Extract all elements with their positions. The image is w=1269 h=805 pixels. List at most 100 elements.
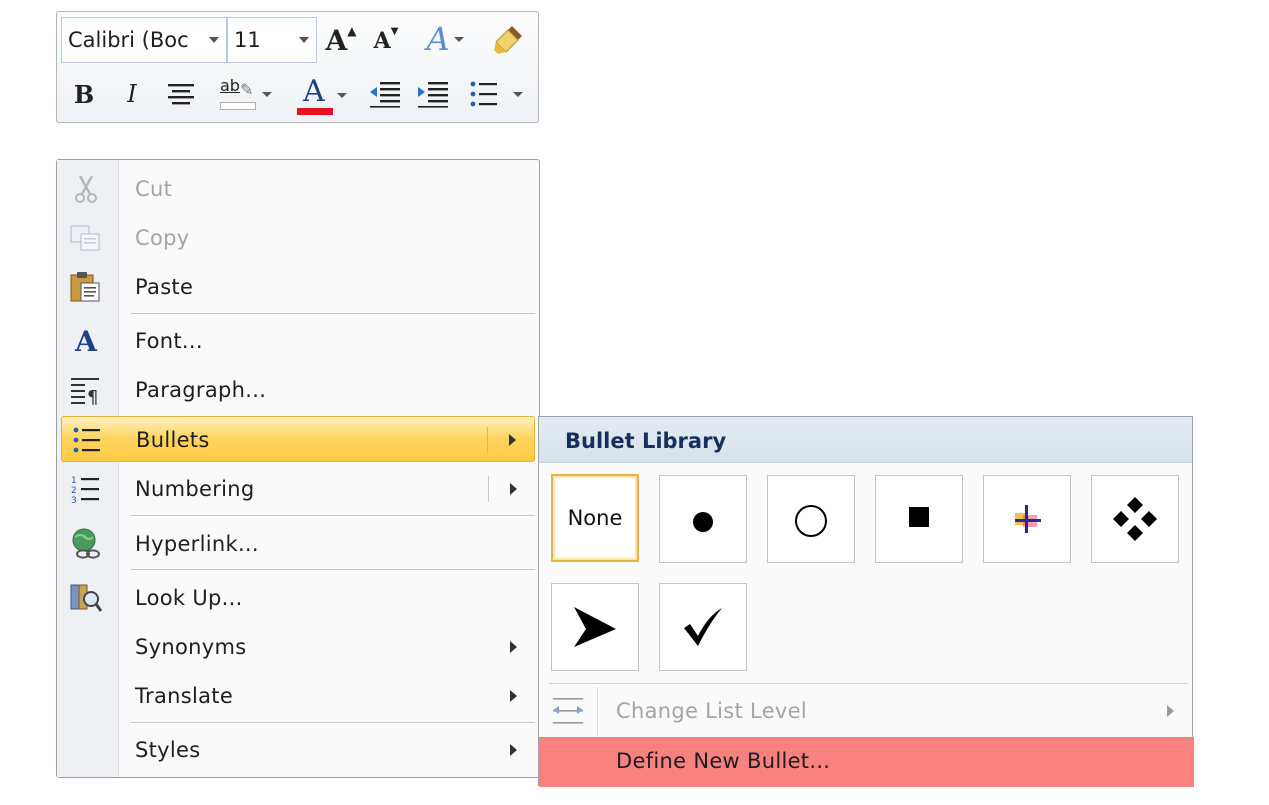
font-size-value: 11 bbox=[234, 28, 261, 52]
highlight-icon: ab ✎ bbox=[218, 74, 258, 114]
menu-item-translate[interactable]: Translate bbox=[61, 673, 535, 719]
menu-item-styles[interactable]: Styles bbox=[61, 727, 535, 773]
quick-styles-icon: A bbox=[426, 20, 450, 58]
bold-button[interactable]: B bbox=[65, 74, 103, 114]
chevron-down-icon[interactable] bbox=[299, 37, 309, 43]
italic-button[interactable]: I bbox=[113, 74, 151, 114]
scissors-icon bbox=[67, 172, 105, 206]
bullet-option-arrowhead[interactable] bbox=[551, 583, 639, 671]
menu-item-numbering[interactable]: 1 2 3 Numbering bbox=[61, 466, 535, 512]
arrowhead-bullet-icon bbox=[574, 607, 616, 647]
quick-styles-button[interactable]: A bbox=[419, 18, 471, 60]
submenu-split-divider bbox=[488, 476, 489, 502]
menu-item-cut[interactable]: Cut bbox=[61, 166, 535, 212]
menu-item-paste[interactable]: Paste bbox=[61, 264, 535, 310]
chevron-down-icon[interactable] bbox=[337, 92, 347, 98]
checkmark-bullet-icon bbox=[684, 608, 722, 646]
bullet-option-filled-square[interactable] bbox=[875, 475, 963, 563]
font-name-combo[interactable]: Calibri (Boc bbox=[61, 17, 227, 63]
menu-item-label: Paragraph... bbox=[135, 378, 267, 402]
bullets-icon bbox=[470, 81, 497, 107]
bullet-option-none[interactable]: None bbox=[551, 474, 639, 562]
menu-item-label: Translate bbox=[135, 684, 234, 708]
copy-icon bbox=[67, 221, 105, 255]
menu-item-label: Bullets bbox=[136, 428, 210, 452]
define-new-bullet-item[interactable]: Define New Bullet... bbox=[539, 737, 1194, 787]
highlight-button[interactable]: ab ✎ bbox=[211, 72, 279, 116]
submenu-arrow-icon[interactable] bbox=[510, 641, 517, 653]
menu-item-synonyms[interactable]: Synonyms bbox=[61, 624, 535, 670]
bullet-option-color-cross[interactable] bbox=[983, 475, 1071, 563]
menu-item-label: Paste bbox=[135, 275, 194, 299]
shrink-font-icon: A bbox=[373, 28, 391, 54]
bullet-option-four-diamonds[interactable] bbox=[1091, 475, 1179, 563]
font-name-value: Calibri (Boc bbox=[68, 28, 189, 52]
shrink-font-button[interactable]: A ▼ bbox=[367, 22, 405, 60]
format-painter-icon bbox=[494, 26, 522, 54]
submenu-separator bbox=[549, 683, 1188, 684]
submenu-split-divider bbox=[487, 427, 488, 453]
four-diamonds-bullet-icon bbox=[1113, 497, 1157, 541]
font-color-button[interactable]: A bbox=[289, 72, 355, 118]
grow-font-icon: A bbox=[325, 23, 348, 57]
filled-square-bullet-icon bbox=[909, 507, 929, 527]
numbering-icon: 1 2 3 bbox=[67, 472, 105, 506]
paste-icon bbox=[67, 270, 105, 304]
menu-item-label: Styles bbox=[135, 738, 201, 762]
menu-separator bbox=[131, 569, 535, 570]
chevron-down-icon[interactable] bbox=[262, 91, 272, 97]
bullet-none-label: None bbox=[567, 506, 623, 530]
svg-text:1: 1 bbox=[71, 476, 77, 486]
research-icon bbox=[67, 581, 105, 615]
menu-item-bullets[interactable]: Bullets bbox=[61, 416, 535, 462]
context-menu: Cut Copy Paste A Font... ¶ Paragraph... … bbox=[56, 159, 540, 778]
menu-item-hyperlink[interactable]: Hyperlink... bbox=[61, 521, 535, 567]
svg-text:¶: ¶ bbox=[87, 387, 98, 406]
svg-text:2: 2 bbox=[71, 486, 77, 496]
font-color-icon: A bbox=[297, 74, 333, 116]
menu-item-font[interactable]: A Font... bbox=[61, 318, 535, 364]
bullet-option-filled-circle[interactable] bbox=[659, 475, 747, 563]
font-icon: A bbox=[75, 324, 97, 358]
decrease-indent-icon bbox=[370, 82, 400, 108]
submenu-arrow-icon[interactable] bbox=[510, 483, 517, 495]
menu-item-copy[interactable]: Copy bbox=[61, 215, 535, 261]
bullet-option-hollow-circle[interactable] bbox=[767, 475, 855, 563]
menu-item-label: Font... bbox=[135, 329, 203, 353]
menu-separator bbox=[131, 722, 535, 723]
submenu-arrow-icon[interactable] bbox=[510, 744, 517, 756]
chevron-down-icon[interactable] bbox=[453, 36, 464, 42]
font-size-combo[interactable]: 11 bbox=[227, 17, 317, 63]
increase-indent-icon bbox=[418, 82, 448, 108]
submenu-arrow-icon[interactable] bbox=[510, 690, 517, 702]
format-painter-button[interactable] bbox=[487, 20, 529, 60]
bullet-library-submenu: Bullet Library None Change List Level De… bbox=[538, 416, 1194, 787]
change-list-level-gutter bbox=[539, 687, 598, 735]
bullets-icon bbox=[68, 423, 106, 457]
bullets-toolbar-button[interactable] bbox=[461, 74, 531, 114]
hyperlink-icon bbox=[67, 527, 105, 561]
chevron-down-icon[interactable] bbox=[513, 91, 523, 97]
menu-item-look-up[interactable]: Look Up... bbox=[61, 575, 535, 621]
change-list-level-label: Change List Level bbox=[616, 699, 807, 723]
menu-item-label: Cut bbox=[135, 177, 173, 201]
menu-item-label: Synonyms bbox=[135, 635, 247, 659]
bullet-option-checkmark[interactable] bbox=[659, 583, 747, 671]
color-cross-bullet-icon bbox=[1015, 505, 1041, 533]
chevron-down-icon[interactable] bbox=[209, 37, 219, 43]
center-align-button[interactable] bbox=[161, 74, 201, 114]
change-list-level-item[interactable]: Change List Level bbox=[539, 687, 1194, 735]
mini-toolbar: Calibri (Boc 11 A ▲ A ▼ A B I ab ✎ A bbox=[56, 11, 539, 123]
menu-item-paragraph[interactable]: ¶ Paragraph... bbox=[61, 367, 535, 413]
grow-font-button[interactable]: A ▲ bbox=[321, 20, 361, 60]
menu-separator bbox=[131, 515, 535, 516]
bullet-library-header: Bullet Library bbox=[539, 417, 1192, 463]
bullet-library-title: Bullet Library bbox=[565, 429, 727, 453]
menu-item-label: Look Up... bbox=[135, 586, 243, 610]
menu-item-label: Copy bbox=[135, 226, 190, 250]
submenu-arrow-icon[interactable] bbox=[1167, 705, 1174, 717]
increase-indent-button[interactable] bbox=[413, 74, 453, 114]
decrease-indent-button[interactable] bbox=[365, 74, 405, 114]
svg-text:3: 3 bbox=[71, 496, 77, 504]
submenu-arrow-icon[interactable] bbox=[509, 434, 516, 446]
